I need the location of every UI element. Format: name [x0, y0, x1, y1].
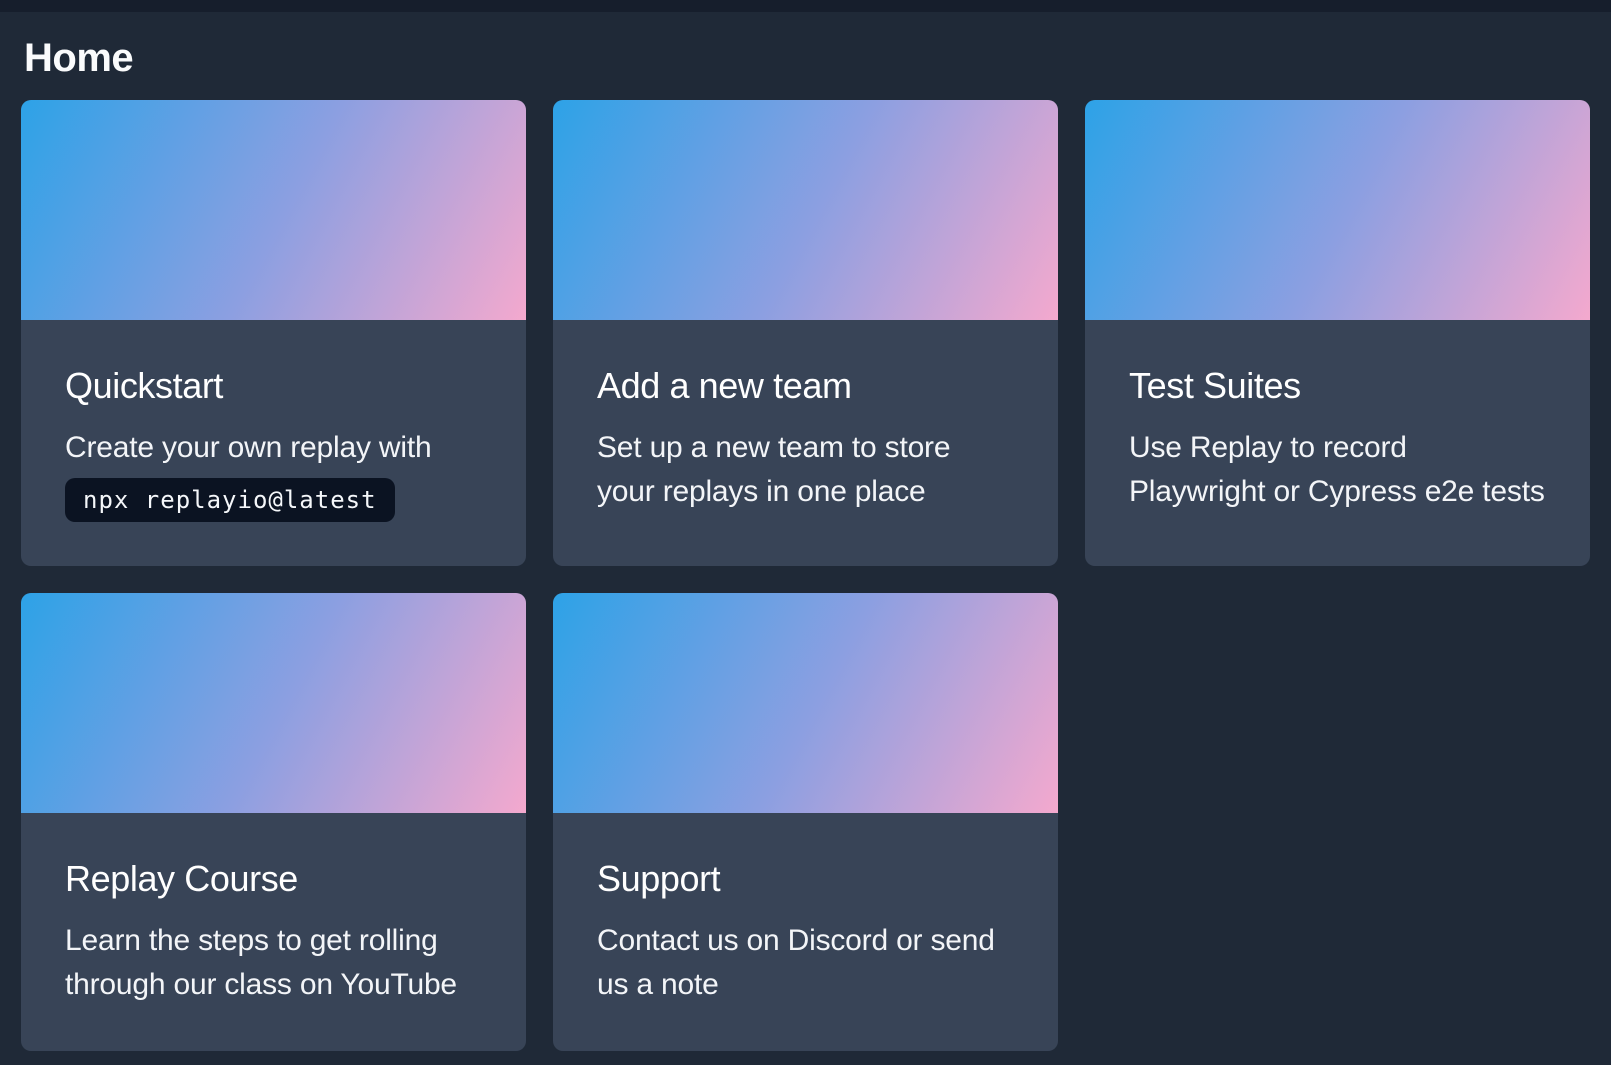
card-body: Support Contact us on Discord or send us…	[553, 813, 1058, 1051]
card-body: Add a new team Set up a new team to stor…	[553, 320, 1058, 566]
cli-command-code: npx replayio@latest	[65, 478, 395, 522]
card-title: Support	[597, 857, 1014, 901]
card-title: Add a new team	[597, 364, 1014, 408]
card-title: Test Suites	[1129, 364, 1546, 408]
card-title: Replay Course	[65, 857, 482, 901]
card-body: Replay Course Learn the steps to get rol…	[21, 813, 526, 1051]
card-gradient-banner	[553, 100, 1058, 320]
window-top-edge	[0, 0, 1611, 12]
card-quickstart[interactable]: Quickstart Create your own replay with n…	[21, 100, 526, 566]
card-body: Test Suites Use Replay to record Playwri…	[1085, 320, 1590, 566]
card-description: Learn the steps to get rolling through o…	[65, 919, 482, 1007]
card-support[interactable]: Support Contact us on Discord or send us…	[553, 593, 1058, 1051]
card-description: Contact us on Discord or send us a note	[597, 919, 1014, 1007]
card-description: Create your own replay with npx replayio…	[65, 426, 482, 522]
card-gradient-banner	[553, 593, 1058, 813]
card-description: Use Replay to record Playwright or Cypre…	[1129, 426, 1546, 514]
card-description-text: Create your own replay with	[65, 431, 431, 464]
card-body: Quickstart Create your own replay with n…	[21, 320, 526, 566]
card-title: Quickstart	[65, 364, 482, 408]
card-test-suites[interactable]: Test Suites Use Replay to record Playwri…	[1085, 100, 1590, 566]
card-description: Set up a new team to store your replays …	[597, 426, 1014, 514]
card-gradient-banner	[1085, 100, 1590, 320]
card-add-new-team[interactable]: Add a new team Set up a new team to stor…	[553, 100, 1058, 566]
card-gradient-banner	[21, 593, 526, 813]
card-gradient-banner	[21, 100, 526, 320]
card-replay-course[interactable]: Replay Course Learn the steps to get rol…	[21, 593, 526, 1051]
page-title: Home	[24, 34, 1611, 82]
home-cards-grid: Quickstart Create your own replay with n…	[0, 100, 1611, 1051]
